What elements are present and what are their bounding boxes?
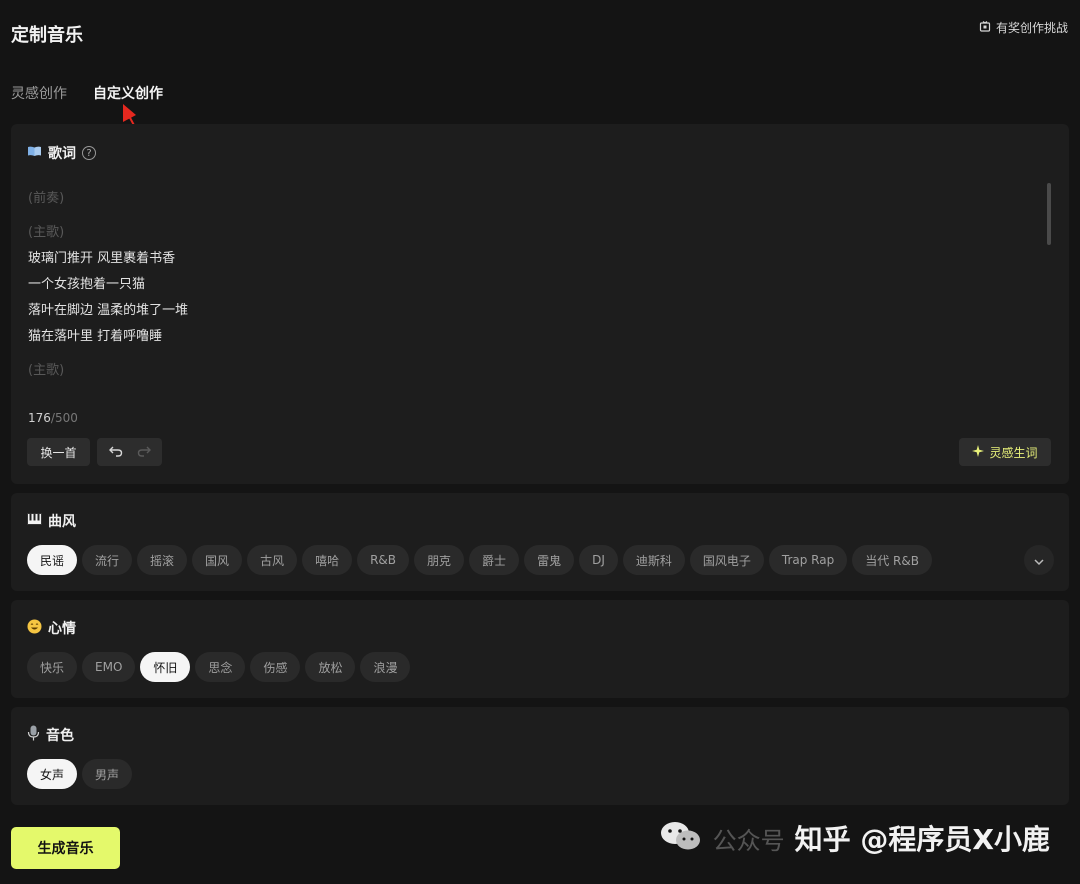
style-chip[interactable]: R&B bbox=[357, 545, 410, 575]
style-chip[interactable]: 国风电子 bbox=[689, 545, 764, 575]
challenge-link[interactable]: 有奖创作挑战 bbox=[979, 19, 1068, 36]
lyric-line: (主歌) bbox=[28, 225, 65, 240]
style-options: 民谣 流行 摇滚 国风 古风 嘻哈 R&B 朋克 爵士 雷鬼 DJ 迪斯科 国风电子 Trap Rap 当代… bbox=[27, 545, 932, 575]
style-chip[interactable]: 朋克 bbox=[414, 545, 465, 575]
watermark-text: 知乎 @程序员X小鹿 bbox=[794, 823, 1050, 856]
mood-card: 心情 快乐 EMO 怀旧 思念 伤感 放松 浪漫 bbox=[11, 600, 1069, 698]
help-icon[interactable]: ? bbox=[82, 146, 96, 160]
style-heading: 曲风 bbox=[27, 511, 76, 531]
mood-chip[interactable]: 浪漫 bbox=[360, 652, 411, 682]
mood-chip[interactable]: EMO bbox=[82, 652, 136, 682]
wechat-icon bbox=[659, 820, 703, 856]
mood-chip[interactable]: 快乐 bbox=[27, 652, 78, 682]
style-card: 曲风 民谣 流行 摇滚 国风 古风 嘻哈 R&B 朋克 爵士 雷鬼 DJ 迪斯科 国风电子 Trap Ra… bbox=[11, 493, 1069, 591]
inspire-label: 灵感生词 bbox=[989, 445, 1038, 460]
expand-styles-button[interactable] bbox=[1024, 545, 1054, 575]
book-icon bbox=[27, 145, 42, 161]
microphone-icon bbox=[27, 725, 40, 745]
inspire-lyrics-button[interactable]: 灵感生词 bbox=[959, 438, 1051, 466]
lyric-line: 玻璃门推开 风里裹着书香 bbox=[28, 251, 176, 266]
lyrics-card: 歌词 ? (前奏) (主歌) 玻璃门推开 风里裹着书香 一个女孩抱着一只猫落叶在脚边 … bbox=[11, 124, 1069, 484]
challenge-label: 有奖创作挑战 bbox=[995, 21, 1068, 35]
style-title: 曲风 bbox=[48, 514, 76, 530]
style-chip[interactable]: 国风 bbox=[192, 545, 243, 575]
smile-emoji-icon bbox=[27, 619, 42, 638]
style-chip[interactable]: 摇滚 bbox=[137, 545, 188, 575]
piano-icon bbox=[27, 513, 42, 529]
lyrics-title: 歌词 bbox=[48, 146, 76, 162]
watermark: 公众号 知乎 @程序员X小鹿 bbox=[659, 818, 1050, 858]
undo-redo-group bbox=[97, 438, 162, 466]
style-chip[interactable]: 当代 R&B bbox=[852, 545, 932, 575]
voice-chip[interactable]: 女声 bbox=[27, 759, 78, 789]
style-chip[interactable]: 民谣 bbox=[27, 545, 78, 575]
lyrics-scrollbar[interactable] bbox=[1047, 183, 1051, 245]
style-chip[interactable]: Trap Rap bbox=[768, 545, 848, 575]
style-chip[interactable]: 雷鬼 bbox=[524, 545, 575, 575]
undo-icon[interactable] bbox=[108, 445, 123, 460]
chevron-down-icon bbox=[1033, 551, 1045, 570]
mood-options: 快乐 EMO 怀旧 思念 伤感 放松 浪漫 bbox=[27, 652, 411, 682]
mood-chip[interactable]: 放松 bbox=[305, 652, 356, 682]
voice-title: 音色 bbox=[46, 728, 74, 744]
page-title: 定制音乐 bbox=[11, 25, 83, 46]
style-chip[interactable]: 爵士 bbox=[469, 545, 520, 575]
redo-icon[interactable] bbox=[137, 445, 151, 460]
lyric-line: 落叶在脚边 温柔的堆了一堆 bbox=[28, 303, 189, 318]
mood-chip[interactable]: 伤感 bbox=[250, 652, 301, 682]
style-chip[interactable]: 流行 bbox=[82, 545, 133, 575]
mood-chip[interactable]: 思念 bbox=[195, 652, 246, 682]
lyrics-editor[interactable]: (前奏) (主歌) 玻璃门推开 风里裹着书香 一个女孩抱着一只猫落叶在脚边 温柔的堆了… bbox=[28, 186, 188, 384]
style-chip[interactable]: 迪斯科 bbox=[622, 545, 685, 575]
mood-title: 心情 bbox=[48, 621, 76, 637]
voice-options: 女声 男声 bbox=[27, 759, 133, 789]
char-count: 176 bbox=[28, 411, 51, 425]
gift-box-icon bbox=[979, 20, 991, 35]
tab-inspiration[interactable]: 灵感创作 bbox=[11, 83, 67, 103]
watermark-faint-text: 公众号 bbox=[712, 826, 785, 855]
style-chip[interactable]: 古风 bbox=[247, 545, 298, 575]
mood-chip[interactable]: 怀旧 bbox=[140, 652, 191, 682]
lyric-line: (主歌) bbox=[28, 363, 65, 378]
mood-heading: 心情 bbox=[27, 618, 76, 638]
voice-heading: 音色 bbox=[27, 725, 74, 745]
refresh-lyrics-button[interactable]: 换一首 bbox=[27, 438, 90, 466]
lyric-line: (前奏) bbox=[28, 191, 65, 206]
voice-card: 音色 女声 男声 bbox=[11, 707, 1069, 805]
sparkle-icon bbox=[972, 444, 985, 460]
voice-chip[interactable]: 男声 bbox=[82, 759, 133, 789]
style-chip[interactable]: DJ bbox=[579, 545, 618, 575]
char-counter: 176/500 bbox=[28, 411, 78, 425]
lyric-line: 一个女孩抱着一只猫 bbox=[28, 277, 146, 292]
generate-music-button[interactable]: 生成音乐 bbox=[11, 827, 120, 869]
char-max: /500 bbox=[50, 411, 78, 425]
style-chip[interactable]: 嘻哈 bbox=[302, 545, 353, 575]
lyrics-heading: 歌词 ? bbox=[27, 143, 96, 163]
lyric-line: 猫在落叶里 打着呼噜睡 bbox=[28, 329, 163, 344]
